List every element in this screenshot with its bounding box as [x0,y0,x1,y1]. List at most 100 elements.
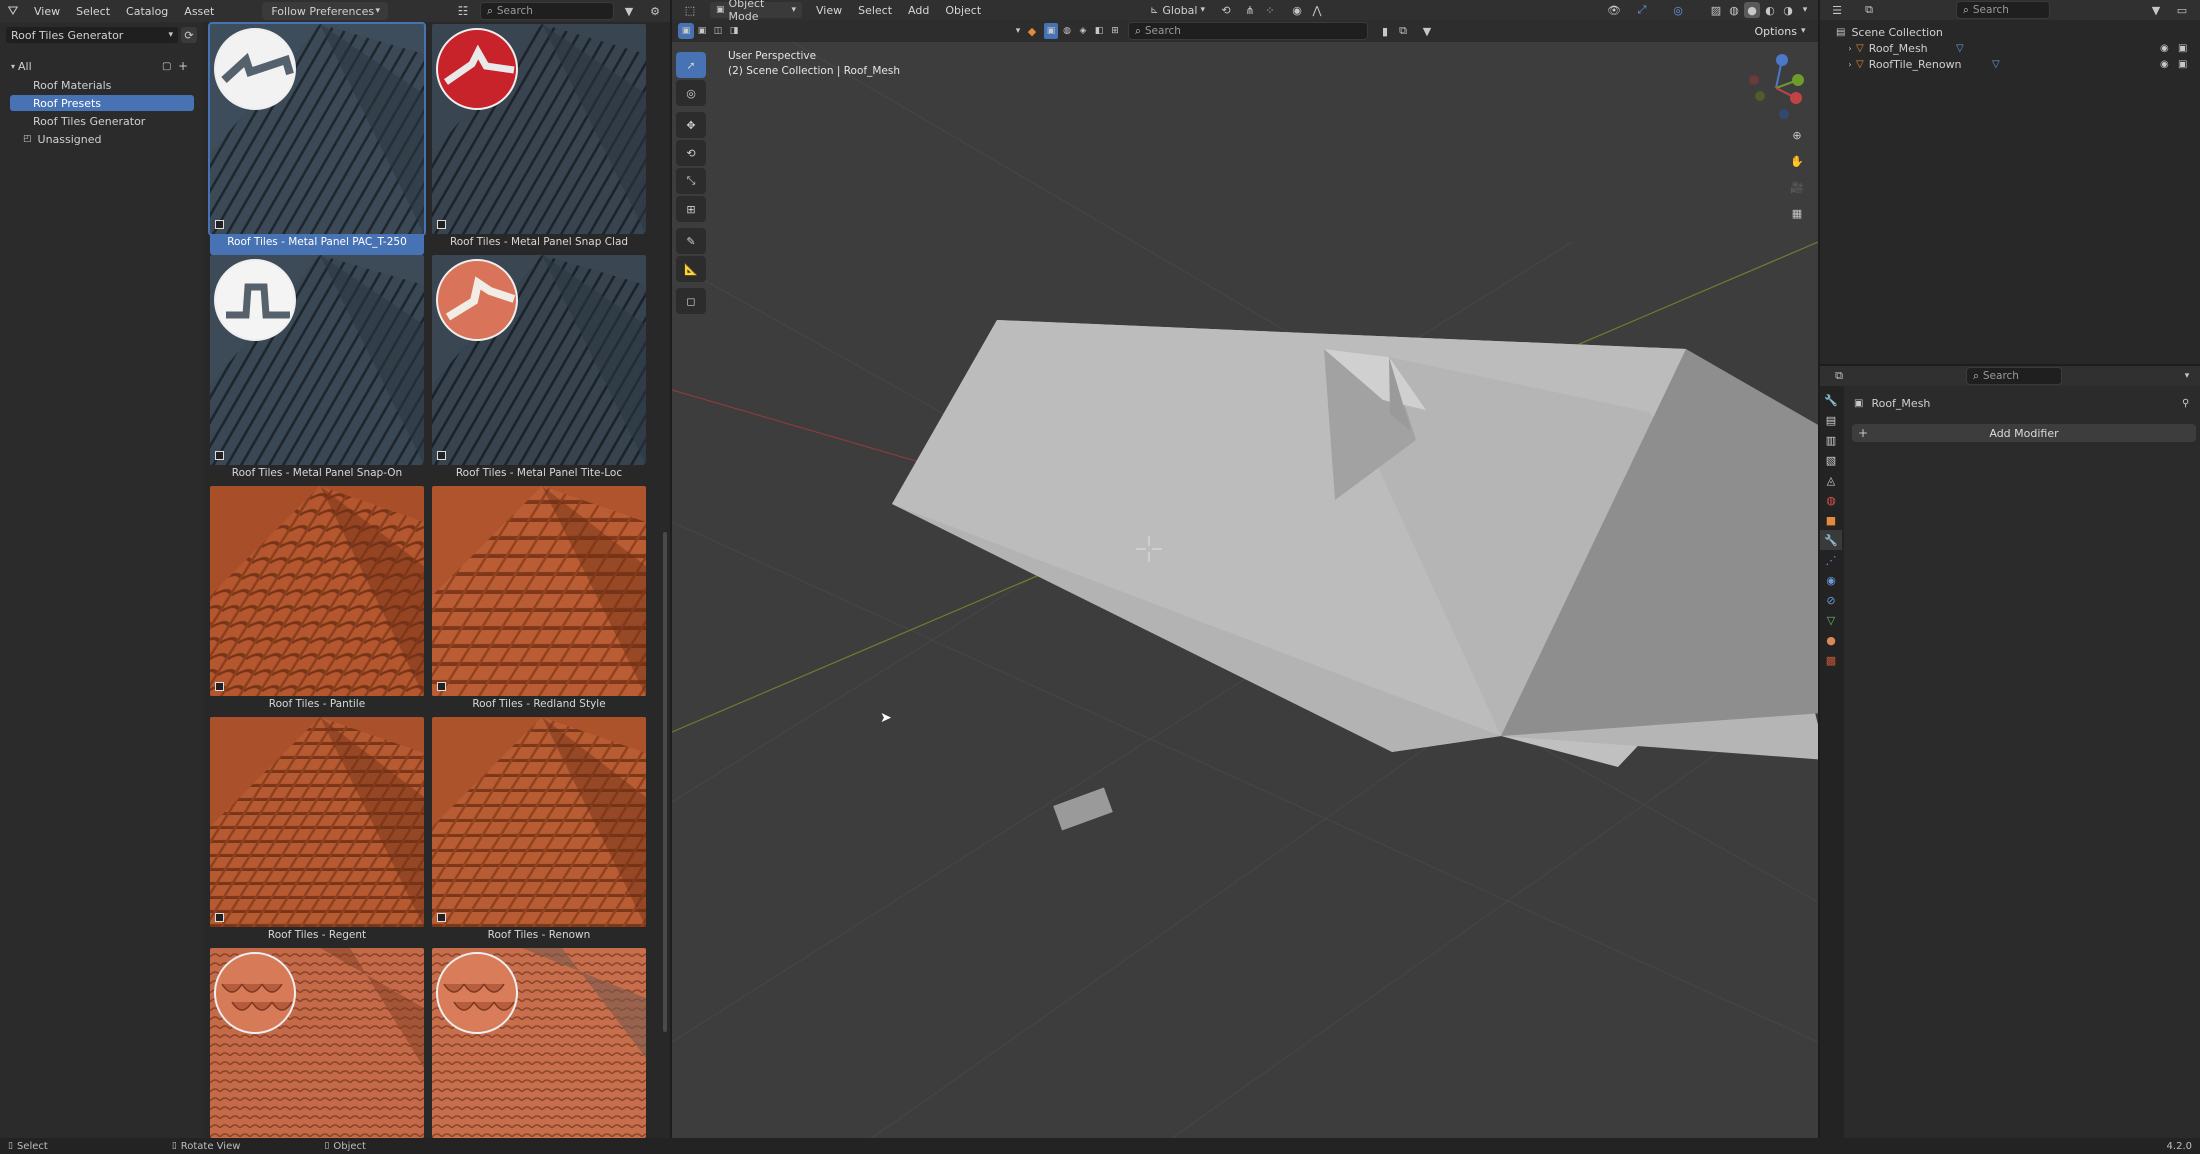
outliner-item-roof-mesh[interactable]: › ▽ Roof_Mesh ▽ ◉ ▣ [1844,40,2194,56]
view-layer-icon[interactable]: ⧉ [1394,23,1412,39]
chevron-right-icon[interactable]: › [1844,60,1856,69]
zoom-icon[interactable]: ⊕ [1786,124,1808,146]
menu-view[interactable]: View [26,0,68,22]
catalog-root[interactable]: ▾ All ▢ + [8,58,194,74]
outliner-search-input[interactable]: ⌕ Search [1956,1,2050,19]
shading-material-icon[interactable]: ◐ [1762,2,1778,18]
camera-icon[interactable]: ▣ [2178,43,2187,54]
curve-filter-icon[interactable]: ◍ [1060,23,1074,39]
shading-rendered-icon[interactable]: ◑ [1780,2,1796,18]
checkbox-icon[interactable] [215,220,224,229]
rotate-tool-icon[interactable]: ⟲ [676,140,706,166]
library-selector[interactable]: Roof Tiles Generator ▾ [6,27,178,43]
editor-type-icon[interactable]: ☰ [1826,2,1848,18]
tool-tab-icon[interactable]: 🔧 [1820,390,1842,410]
roof-mesh[interactable] [892,320,1818,767]
add-icon[interactable]: + [178,59,188,73]
bookmark-icon[interactable]: ▮ [1378,23,1392,39]
texture-tab-icon[interactable]: ▩ [1820,650,1842,670]
shading-solid-icon[interactable]: ● [1744,2,1760,18]
asset-tile[interactable]: Roof Tiles - Pantile [210,486,424,717]
cursor-tool-icon[interactable]: ◎ [676,80,706,106]
data-tab-icon[interactable]: ▽ [1820,610,1842,630]
falloff-icon[interactable]: ⋀ [1308,2,1326,18]
output-tab-icon[interactable]: ▥ [1820,430,1842,450]
asset-tile[interactable] [210,948,424,1138]
roof-tile-object[interactable] [1053,787,1113,831]
annotate-tool-icon[interactable]: ✎ [676,228,706,254]
asset-search-input[interactable]: ⌕ Search [480,2,614,20]
asset-tile[interactable]: Roof Tiles - Metal Panel Tite-Loc [432,255,646,486]
scrollbar[interactable] [663,532,667,1032]
chevron-right-icon[interactable]: › [1844,44,1856,53]
display-mode-icon[interactable]: ⧉ [1858,2,1880,18]
options-button[interactable]: Options ▾ [1752,23,1808,39]
catalog-item-roof-presets[interactable]: Roof Presets [10,95,194,111]
orientation-dropdown[interactable]: ⊾ Global ▾ [1146,2,1209,18]
constraints-tab-icon[interactable]: ⊘ [1820,590,1842,610]
menu-select[interactable]: Select [68,0,118,22]
visibility-icon[interactable]: 👁 [1604,2,1624,18]
outliner-item-rooftile-renown[interactable]: › ▽ RoofTile_Renown ▽ ◉ ▣ [1844,56,2194,72]
chevron-down-icon[interactable]: ▾ [1798,2,1812,18]
editor-type-icon[interactable]: ⛛ [0,0,26,22]
outliner-scene-collection[interactable]: ▤ Scene Collection [1836,24,1943,40]
snap-increment-icon[interactable]: ⁘ [1260,2,1280,18]
camera-icon[interactable]: ▣ [2178,59,2187,70]
new-collection-icon[interactable]: ▭ [2172,2,2192,18]
select-subtract-icon[interactable]: ◫ [710,23,726,39]
particles-tab-icon[interactable]: ⋰ [1820,550,1842,570]
editor-type-icon[interactable]: ⬚ [678,0,702,20]
camera-filter-icon[interactable]: ◧ [1092,23,1106,39]
scale-tool-icon[interactable]: ⤡ [676,168,706,194]
empty-filter-icon[interactable]: ⊞ [1108,23,1122,39]
render-tab-icon[interactable]: ▤ [1820,410,1842,430]
catalog-item-unassigned[interactable]: ◰ Unassigned [10,131,194,147]
viewport[interactable]: ⬚ ▣ Object Mode ▾ View Select Add Object… [672,0,1818,1138]
checkbox-icon[interactable] [437,913,446,922]
viewport-menu-object[interactable]: Object [937,0,989,20]
viewport-scene[interactable] [672,42,1818,1138]
checkbox-icon[interactable] [437,682,446,691]
filter-icon[interactable]: ▼ [618,2,640,20]
select-box-mode-icon[interactable]: ▣ [678,23,694,39]
measure-tool-icon[interactable]: 📐 [676,256,706,282]
asset-tile[interactable]: Roof Tiles - Regent [210,717,424,948]
mode-dropdown[interactable]: ▣ Object Mode ▾ [710,0,802,23]
ortho-toggle-icon[interactable]: ▦ [1786,202,1808,224]
eye-icon[interactable]: ◉ [2160,59,2169,70]
transform-tool-icon[interactable]: ⊞ [676,196,706,222]
menu-asset[interactable]: Asset [176,0,222,22]
modifier-tab-icon[interactable]: 🔧 [1820,530,1842,550]
view-layer-tab-icon[interactable]: ▧ [1820,450,1842,470]
menu-catalog[interactable]: Catalog [118,0,176,22]
camera-view-icon[interactable]: 🎥 [1786,176,1808,198]
asset-tile[interactable]: Roof Tiles - Metal Panel PAC_T-250 [208,22,426,255]
add-cube-tool-icon[interactable]: ◻ [676,288,706,314]
chevron-down-icon[interactable]: ▾ [8,62,18,71]
xray-icon[interactable]: ▨ [1708,2,1724,18]
light-filter-icon[interactable]: ◈ [1076,23,1090,39]
shading-wireframe-icon[interactable]: ◍ [1726,2,1742,18]
move-tool-icon[interactable]: ✥ [676,112,706,138]
scene-tab-icon[interactable]: ◬ [1820,470,1842,490]
catalog-item-roof-tiles-generator[interactable]: Roof Tiles Generator [10,113,194,129]
material-tab-icon[interactable]: ● [1820,630,1842,650]
checkbox-icon[interactable] [437,451,446,460]
add-modifier-button[interactable]: + Add Modifier [1852,424,2196,442]
asset-tile[interactable]: Roof Tiles - Redland Style [432,486,646,717]
viewport-menu-select[interactable]: Select [850,0,900,20]
chevron-down-icon[interactable]: ▾ [2180,368,2194,384]
asset-tile[interactable]: Roof Tiles - Renown [432,717,646,948]
checkbox-icon[interactable] [215,682,224,691]
navigation-gizmo[interactable] [1746,54,1810,120]
asset-tile[interactable] [432,948,646,1138]
settings-gear-icon[interactable]: ⚙ [645,2,665,20]
select-extend-icon[interactable]: ▣ [694,23,710,39]
pin-icon[interactable]: ⚲ [2182,398,2189,409]
overlays-icon[interactable]: ◎ [1668,2,1688,18]
pivot-point-icon[interactable]: ⟲ [1216,2,1236,18]
new-catalog-icon[interactable]: ▢ [162,61,171,72]
checkbox-icon[interactable] [215,451,224,460]
editor-type-icon[interactable]: ⧉ [1828,368,1850,384]
